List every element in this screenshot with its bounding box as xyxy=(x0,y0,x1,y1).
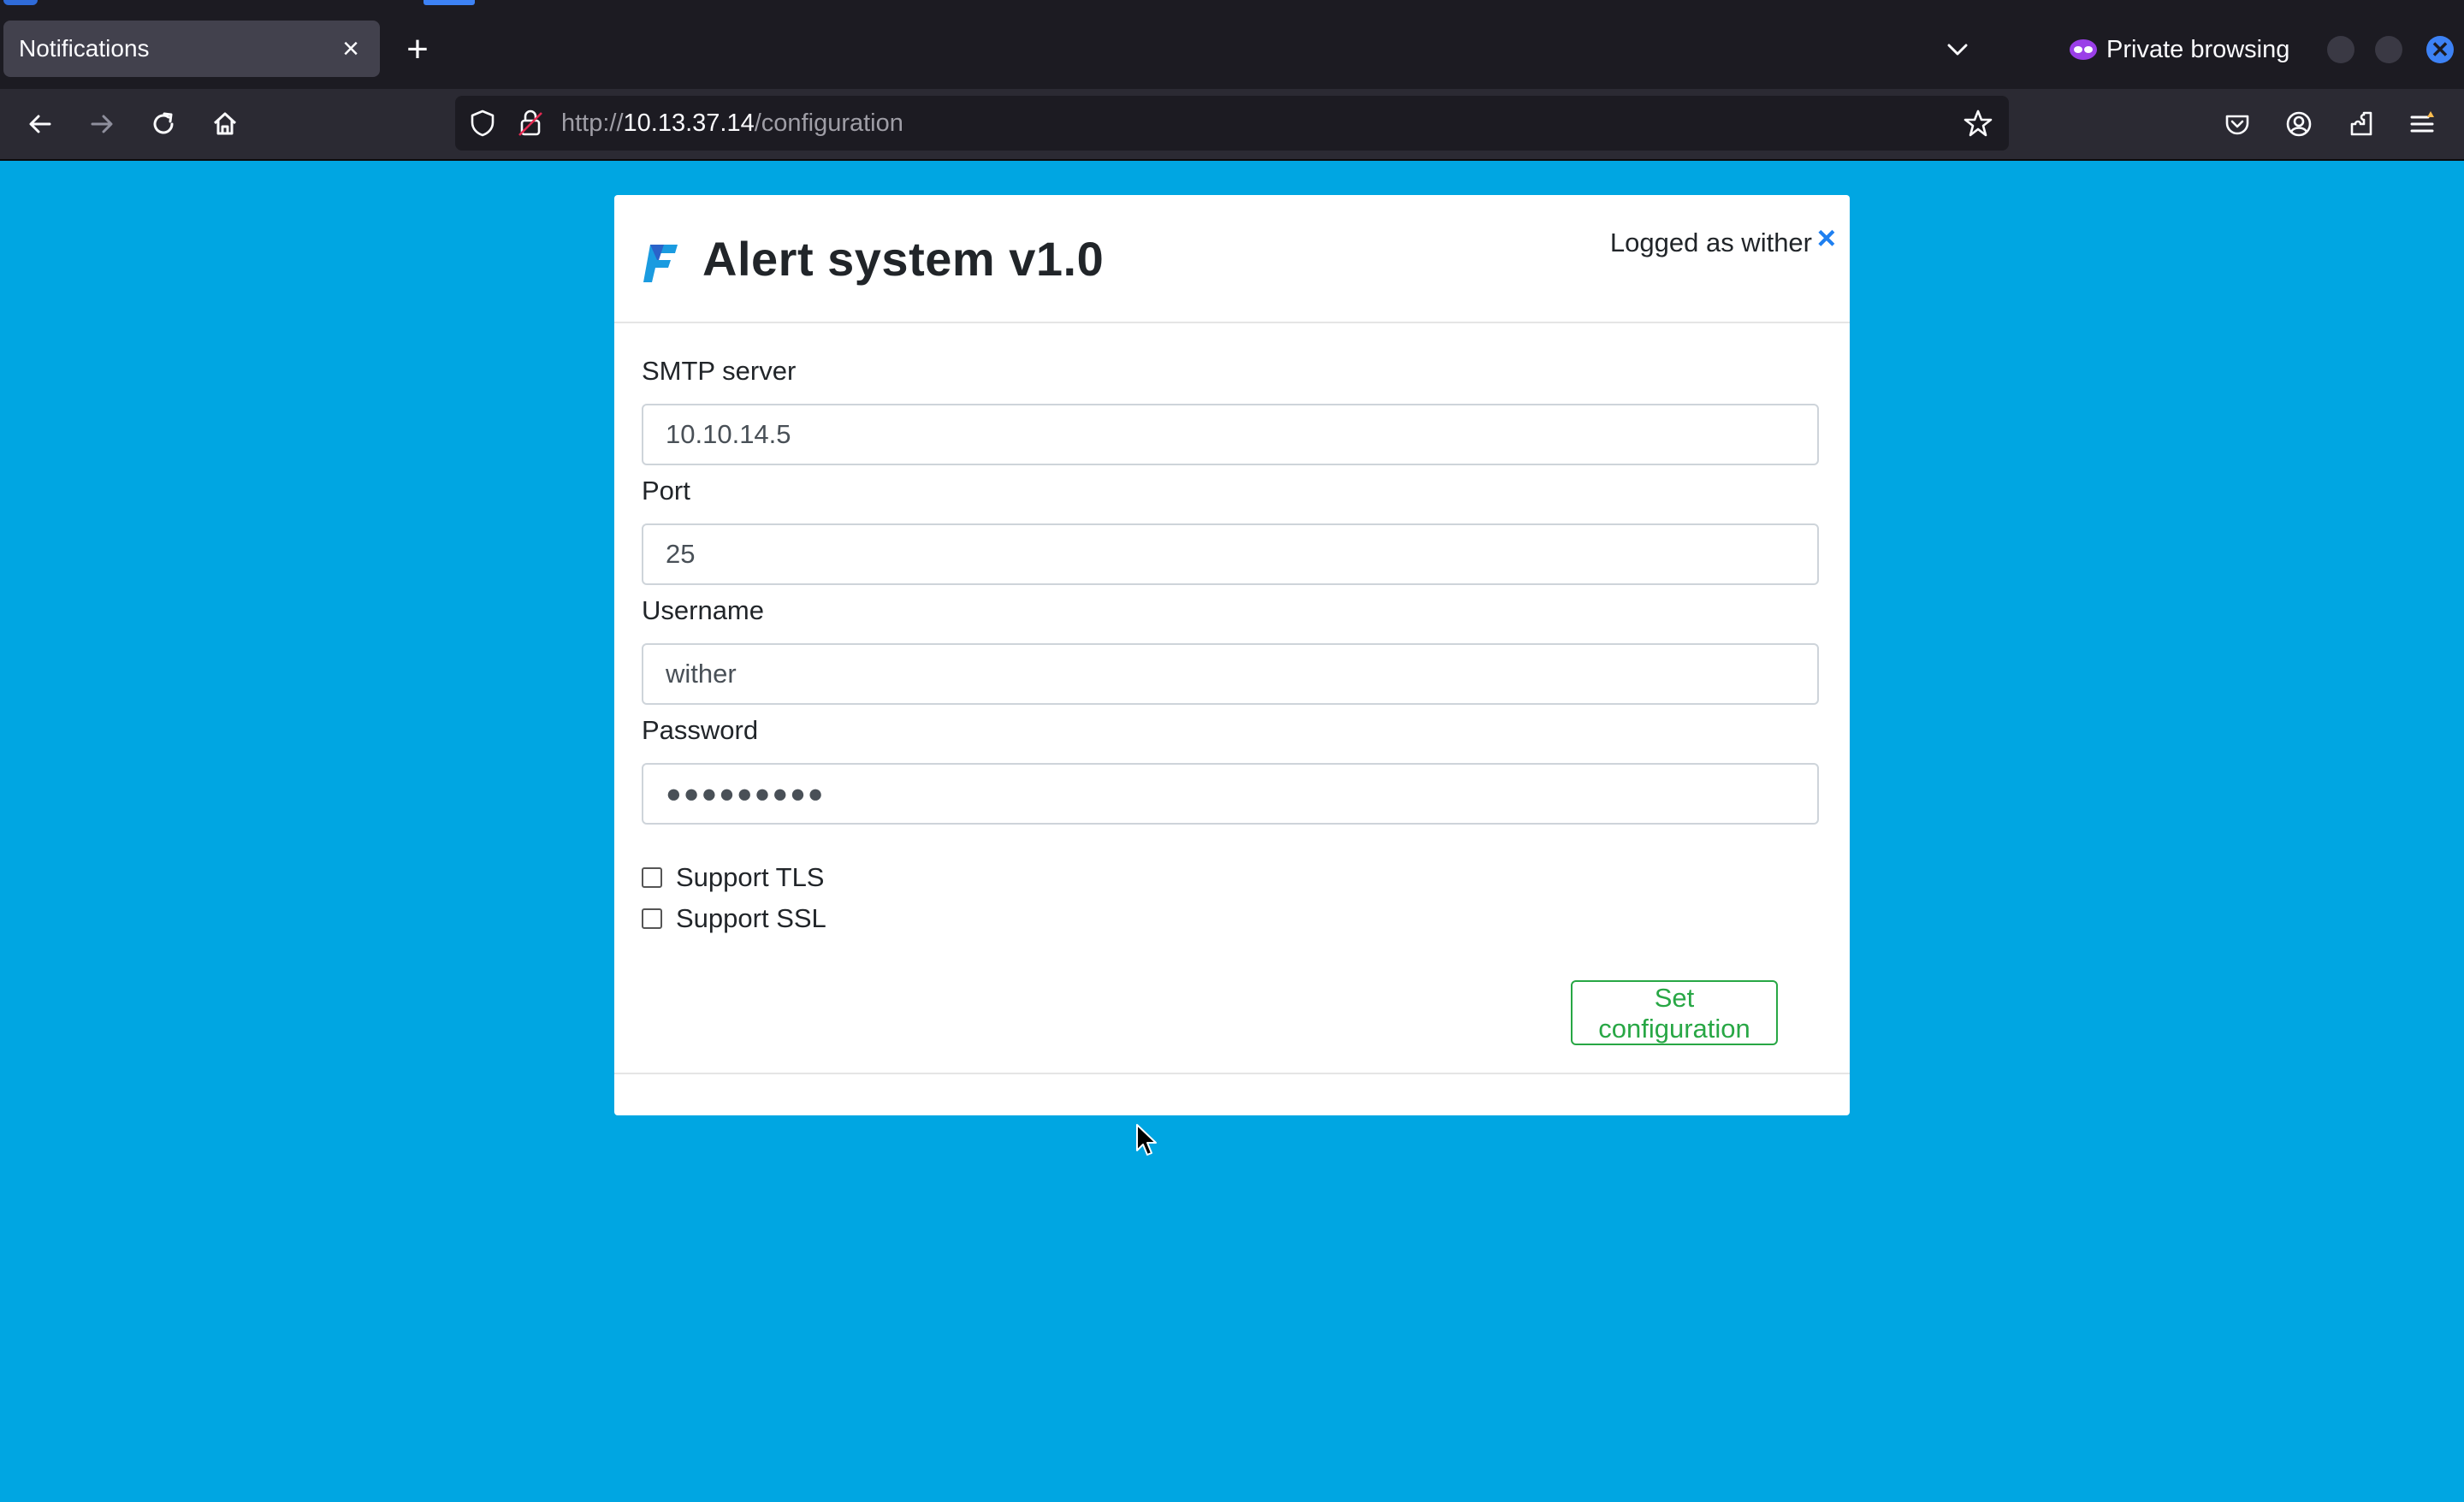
activities-indicator xyxy=(3,0,38,5)
smtp-server-label: SMTP server xyxy=(642,356,797,386)
private-browsing-label: Private browsing xyxy=(2106,36,2290,63)
forward-icon xyxy=(91,115,113,133)
pocket-button[interactable] xyxy=(2219,106,2255,142)
navigation-toolbar: http://10.13.37.14/configuration xyxy=(0,89,2464,161)
support-ssl-checkbox[interactable] xyxy=(642,908,662,929)
logout-icon[interactable]: × xyxy=(1817,222,1836,255)
url-text[interactable]: http://10.13.37.14/configuration xyxy=(561,109,903,138)
window-top-strip xyxy=(0,0,2464,10)
mouse-cursor-icon xyxy=(1136,1124,1157,1156)
active-tab-indicator xyxy=(424,0,475,5)
menu-icon xyxy=(2410,111,2434,133)
home-button[interactable] xyxy=(207,106,243,142)
support-ssl-label[interactable]: Support SSL xyxy=(676,903,826,934)
tab-bar: Notifications × + Private browsing ✕ xyxy=(0,10,2464,89)
url-path: /configuration xyxy=(754,109,903,137)
password-input[interactable] xyxy=(642,763,1819,825)
extensions-button[interactable] xyxy=(2343,106,2378,142)
set-configuration-button[interactable]: Set configuration xyxy=(1571,980,1778,1045)
back-icon xyxy=(29,115,51,133)
port-input[interactable] xyxy=(642,523,1819,585)
star-icon[interactable] xyxy=(1963,108,1993,139)
pocket-icon xyxy=(2225,115,2249,135)
new-tab-button[interactable]: + xyxy=(399,31,436,68)
configuration-card: Alert system v1.0 Logged as wither × SMT… xyxy=(614,195,1850,1115)
url-bar[interactable]: http://10.13.37.14/configuration xyxy=(455,96,2009,151)
password-label: Password xyxy=(642,715,759,745)
support-tls-label[interactable]: Support TLS xyxy=(676,862,824,893)
username-label: Username xyxy=(642,595,764,625)
private-browsing-icon xyxy=(2070,39,2097,60)
tab-notifications[interactable]: Notifications × xyxy=(3,21,380,77)
app-title: Alert system v1.0 xyxy=(702,232,1105,286)
back-button[interactable] xyxy=(22,106,58,142)
minimize-button[interactable] xyxy=(2327,36,2354,63)
reload-icon xyxy=(153,112,174,134)
support-ssl-row[interactable]: Support SSL xyxy=(642,903,826,934)
close-icon: ✕ xyxy=(2431,36,2449,62)
card-footer-divider xyxy=(614,1073,1850,1074)
username-input[interactable] xyxy=(642,643,1819,705)
url-prefix: http:// xyxy=(561,109,624,137)
forward-button[interactable] xyxy=(84,106,120,142)
maximize-button[interactable] xyxy=(2375,36,2402,63)
list-all-tabs-icon[interactable] xyxy=(1940,33,1975,67)
reload-button[interactable] xyxy=(145,106,181,142)
port-label: Port xyxy=(642,476,690,506)
tab-title: Notifications xyxy=(19,35,150,62)
support-tls-row[interactable]: Support TLS xyxy=(642,862,824,893)
extensions-icon xyxy=(2350,111,2372,136)
app-logo-icon xyxy=(643,245,678,282)
smtp-server-input[interactable] xyxy=(642,404,1819,465)
account-icon xyxy=(2286,111,2312,137)
shield-icon[interactable] xyxy=(467,108,498,139)
card-header: Alert system v1.0 Logged as wither × xyxy=(614,195,1850,323)
account-button[interactable] xyxy=(2281,106,2317,142)
window-close-button[interactable]: ✕ xyxy=(2426,36,2454,63)
url-host: 10.13.37.14 xyxy=(623,109,755,137)
home-icon xyxy=(213,112,237,135)
tab-close-icon[interactable]: × xyxy=(334,34,368,63)
lock-icon[interactable] xyxy=(517,108,544,139)
app-menu-button[interactable] xyxy=(2404,106,2440,142)
support-tls-checkbox[interactable] xyxy=(642,867,662,888)
logged-in-user: Logged as wither xyxy=(1609,228,1812,257)
